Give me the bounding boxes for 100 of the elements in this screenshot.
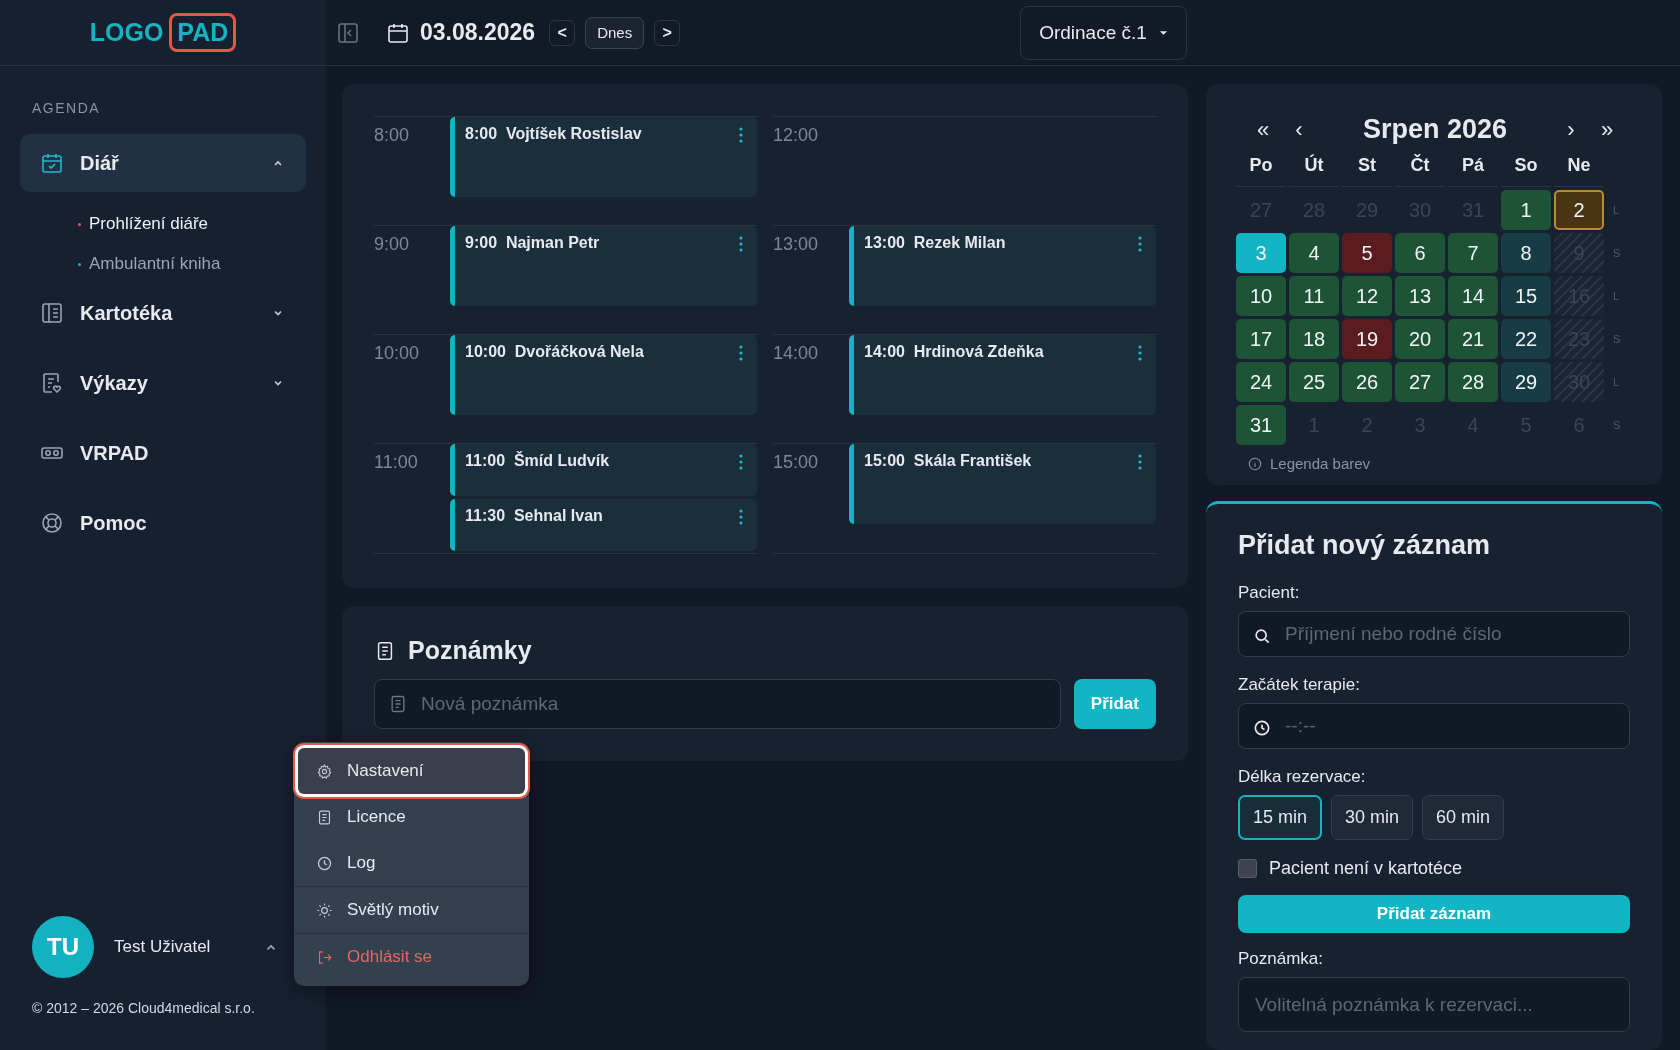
time-field[interactable]: --:-- <box>1238 702 1630 749</box>
calendar-day[interactable]: 27 <box>1395 362 1445 402</box>
calendar-day[interactable]: 20 <box>1395 319 1445 359</box>
calendar-day[interactable]: 8 <box>1501 233 1551 273</box>
calendar-day[interactable]: 11 <box>1289 276 1339 316</box>
menu-item[interactable]: Světlý motiv <box>298 887 525 933</box>
field-label: Délka rezervace: <box>1238 766 1367 787</box>
calendar-day[interactable]: 29 <box>1501 362 1551 402</box>
calendar-day[interactable]: 22 <box>1501 319 1551 359</box>
sidebar-item[interactable]: VRPAD <box>20 424 306 482</box>
sidebar-toggle-icon[interactable] <box>336 20 360 45</box>
appointment-title: 9:00 Najman Petr <box>465 234 600 252</box>
calendar-day[interactable]: 19 <box>1342 319 1392 359</box>
week-parity-label: S <box>1612 246 1622 261</box>
more-icon[interactable] <box>1138 345 1142 361</box>
appointment-card[interactable]: 15:00 Skála František <box>849 444 1156 524</box>
calendar-day[interactable]: 13 <box>1395 276 1445 316</box>
appointment-card[interactable]: 11:30 Sehnal Ivan <box>450 499 757 551</box>
checkbox[interactable] <box>1238 858 1257 878</box>
patient-search-field[interactable]: Příjmení nebo rodné číslo <box>1238 611 1630 657</box>
previous-day-button[interactable]: < <box>549 19 576 46</box>
note-input[interactable]: Nová poznámka <box>374 679 1061 729</box>
appointment-card[interactable]: 9:00 Najman Petr <box>450 226 757 306</box>
current-date: 03.08.2026 <box>420 19 536 46</box>
next-month-button[interactable]: › <box>1558 116 1584 143</box>
menu-item[interactable]: Log <box>298 840 525 886</box>
appointment-card[interactable]: 11:00 Šmíd Ludvík <box>450 444 757 496</box>
section-label: AGENDA <box>32 100 102 116</box>
sidebar-item[interactable]: Pomoc <box>20 494 306 552</box>
previous-month-button[interactable]: ‹ <box>1286 116 1312 143</box>
book-icon <box>40 301 64 325</box>
calendar-day[interactable]: 14 <box>1448 276 1498 316</box>
caret-icon <box>1158 29 1168 36</box>
sidebar-subitem[interactable]: Ambulantní kniha <box>20 244 221 284</box>
note-field[interactable]: Volitelná poznámka k rezervaci... <box>1238 977 1630 1032</box>
sidebar-item[interactable]: Výkazy <box>20 354 306 412</box>
today-button[interactable]: Dnes <box>585 16 645 49</box>
legend-link[interactable]: Legenda barev <box>1270 455 1371 472</box>
more-icon[interactable] <box>739 236 743 252</box>
sidebar-item[interactable]: Kartotéka <box>20 284 306 342</box>
appointment-title: 15:00 Skála František <box>864 452 1032 470</box>
form-title: Přidat nový záznam <box>1238 530 1492 561</box>
sun-icon <box>316 901 333 919</box>
week-parity-label: L <box>1612 203 1621 218</box>
previous-year-button[interactable]: « <box>1250 116 1276 143</box>
calendar-day[interactable]: 17 <box>1236 319 1286 359</box>
calendar-day[interactable]: 4 <box>1289 233 1339 273</box>
copyright-text: © 2012 – 2026 Cloud4medical s.r.o. <box>32 1000 256 1016</box>
sidebar-subitem[interactable]: Prohlížení diáře <box>20 204 209 244</box>
calendar-day[interactable]: 15 <box>1501 276 1551 316</box>
more-icon[interactable] <box>1138 454 1142 470</box>
calendar-day[interactable]: 31 <box>1236 405 1286 445</box>
sidebar-item[interactable]: Diář <box>20 134 306 192</box>
week-parity-label: L <box>1612 375 1621 390</box>
calendar-day[interactable]: 25 <box>1289 362 1339 402</box>
calendar-day[interactable]: 18 <box>1289 319 1339 359</box>
appointment-card[interactable]: 14:00 Hrdinová Zdeňka <box>849 335 1156 415</box>
weekday-label: St <box>1342 151 1392 187</box>
duration-option[interactable]: 30 min <box>1331 794 1414 840</box>
week-parity-label: L <box>1612 289 1621 304</box>
menu-item[interactable]: Licence <box>298 794 525 840</box>
duration-option[interactable]: 60 min <box>1422 794 1505 840</box>
week-parity-label: S <box>1612 332 1622 347</box>
calendar-day[interactable]: 24 <box>1236 362 1286 402</box>
hour-label: 8:00 <box>374 124 411 147</box>
settings-icon <box>316 762 333 780</box>
appointment-card[interactable]: 10:00 Dvořáčková Nela <box>450 335 757 415</box>
appointment-title: 14:00 Hrdinová Zdeňka <box>864 343 1044 361</box>
weekday-label: Ne <box>1554 151 1604 187</box>
week-parity-label: S <box>1612 418 1622 433</box>
calendar-day[interactable]: 1 <box>1501 190 1551 230</box>
appointment-card[interactable]: 13:00 Rezek Milan <box>849 226 1156 306</box>
calendar-day[interactable]: 12 <box>1342 276 1392 316</box>
calendar-check-icon <box>40 151 64 175</box>
next-year-button[interactable]: » <box>1594 116 1620 143</box>
hour-label: 9:00 <box>374 233 411 256</box>
more-icon[interactable] <box>739 345 743 361</box>
calendar-day[interactable]: 26 <box>1342 362 1392 402</box>
field-label: Poznámka: <box>1238 949 1325 970</box>
logo: LOGO PAD <box>89 13 237 52</box>
more-icon[interactable] <box>739 509 743 525</box>
more-icon[interactable] <box>1138 236 1142 252</box>
weekday-label: Pá <box>1448 151 1498 187</box>
more-icon[interactable] <box>739 127 743 143</box>
lifebuoy-icon <box>40 511 64 535</box>
calendar-day[interactable]: 5 <box>1342 233 1392 273</box>
hour-label: 10:00 <box>374 342 421 365</box>
calendar-day[interactable]: 6 <box>1395 233 1445 273</box>
calendar-day[interactable]: 10 <box>1236 276 1286 316</box>
appointment-card[interactable]: 8:00 Vojtíšek Rostislav <box>450 117 757 197</box>
calendar-day[interactable]: 28 <box>1448 362 1498 402</box>
duration-option[interactable]: 15 min <box>1238 794 1323 840</box>
weekday-label: Čt <box>1395 151 1445 187</box>
calendar-day[interactable]: 2 <box>1554 190 1604 230</box>
next-day-button[interactable]: > <box>654 19 681 46</box>
office-dropdown[interactable]: Ordinace č.1 <box>1020 5 1187 60</box>
more-icon[interactable] <box>739 454 743 470</box>
field-label: Pacient: <box>1238 583 1301 603</box>
calendar-day[interactable]: 21 <box>1448 319 1498 359</box>
calendar-day[interactable]: 7 <box>1448 233 1498 273</box>
